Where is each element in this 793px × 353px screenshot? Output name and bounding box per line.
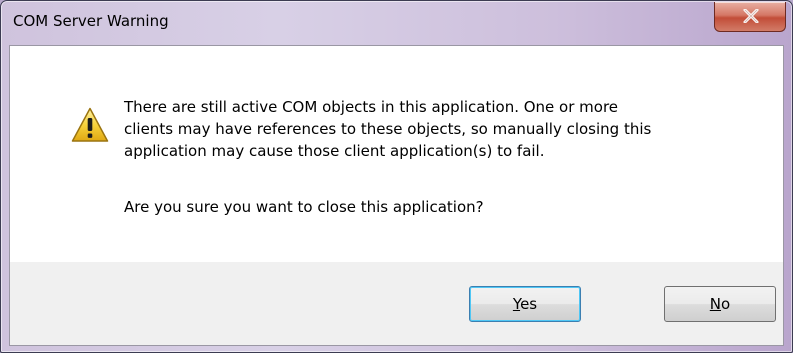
- confirm-question: Are you sure you want to close this appl…: [124, 198, 484, 216]
- warning-message: There are still active COM objects in th…: [124, 96, 764, 162]
- no-accelerator: N: [709, 295, 722, 313]
- warning-icon: [71, 107, 109, 142]
- dialog-window: COM Server Warning There are still activ…: [0, 0, 793, 353]
- message-line: application may cause those client appli…: [124, 142, 545, 160]
- no-label: o: [721, 295, 731, 313]
- message-area: There are still active COM objects in th…: [10, 46, 783, 262]
- dialog-body: There are still active COM objects in th…: [9, 45, 784, 346]
- message-line: clients may have references to these obj…: [124, 120, 652, 138]
- yes-button[interactable]: Yes: [469, 286, 581, 322]
- message-line: There are still active COM objects in th…: [124, 98, 619, 116]
- window-title: COM Server Warning: [13, 12, 169, 30]
- title-bar[interactable]: COM Server Warning: [1, 1, 792, 45]
- no-button[interactable]: No: [664, 286, 776, 322]
- close-button[interactable]: [714, 2, 786, 32]
- yes-label: es: [520, 295, 538, 313]
- close-icon: [743, 9, 759, 23]
- yes-accelerator: Y: [512, 295, 521, 313]
